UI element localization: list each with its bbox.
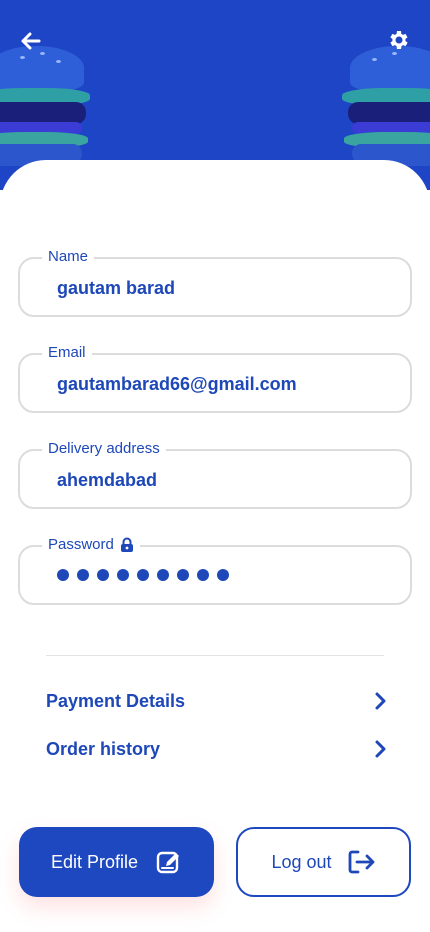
address-label-text: Delivery address (48, 440, 160, 457)
password-dot (157, 569, 169, 581)
password-dot (177, 569, 189, 581)
name-value[interactable]: gautam barad (57, 277, 397, 299)
password-dot (197, 569, 209, 581)
profile-sheet: Name gautam barad Email gautambarad66@gm… (0, 160, 430, 932)
gear-icon (390, 31, 408, 49)
burger-image-left (0, 30, 90, 166)
password-field[interactable]: Password (18, 536, 412, 605)
order-history-link[interactable]: Order history (46, 734, 386, 764)
section-divider (46, 655, 384, 656)
password-masked-value[interactable] (57, 569, 229, 581)
order-history-label: Order history (46, 738, 161, 759)
email-field[interactable]: Email gautambarad66@gmail.com (18, 344, 412, 413)
email-value[interactable]: gautambarad66@gmail.com (57, 373, 397, 395)
edit-profile-button[interactable]: Edit Profile (19, 827, 214, 897)
password-dot (77, 569, 89, 581)
chevron-right-icon (375, 740, 386, 758)
edit-icon (156, 851, 180, 874)
password-dot (117, 569, 129, 581)
address-field[interactable]: Delivery address ahemdabad (18, 440, 412, 509)
payment-details-label: Payment Details (46, 690, 186, 711)
lock-icon (120, 537, 133, 552)
name-field[interactable]: Name gautam barad (18, 248, 412, 317)
name-label-text: Name (48, 248, 89, 265)
chevron-right-icon (375, 692, 386, 710)
back-button[interactable] (18, 28, 44, 54)
address-label: Delivery address (42, 440, 166, 458)
arrow-left-icon (21, 32, 41, 50)
logout-icon (348, 850, 374, 874)
password-dot (137, 569, 149, 581)
edit-profile-label: Edit Profile (50, 851, 139, 872)
password-dot (57, 569, 69, 581)
settings-button[interactable] (386, 27, 412, 53)
logout-label: Log out (271, 851, 332, 872)
logout-button[interactable]: Log out (236, 827, 411, 897)
email-label: Email (42, 344, 92, 362)
password-dot (217, 569, 229, 581)
password-label-text: Password (48, 536, 114, 553)
password-label: Password (42, 536, 140, 554)
address-value[interactable]: ahemdabad (57, 469, 397, 491)
email-label-text: Email (48, 344, 86, 361)
payment-details-link[interactable]: Payment Details (46, 686, 386, 716)
name-label: Name (42, 248, 95, 266)
password-dot (97, 569, 109, 581)
